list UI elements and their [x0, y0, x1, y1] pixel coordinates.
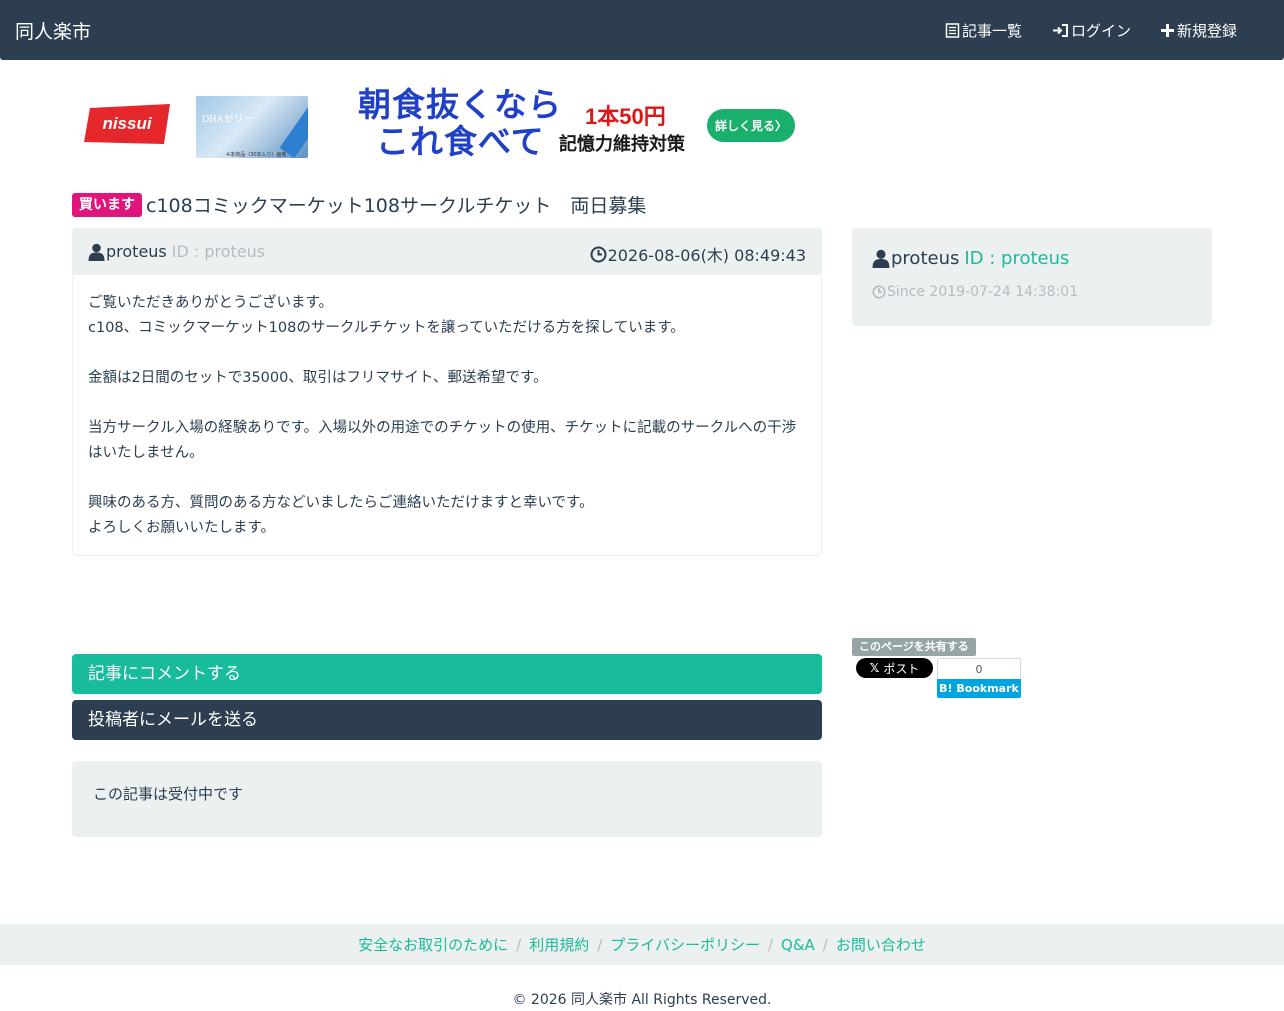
footer-separator: /: [597, 935, 603, 954]
ad-price: 1本50円: [585, 104, 666, 129]
brand-link[interactable]: 同人楽市: [15, 17, 91, 44]
footer-separator: /: [516, 935, 522, 954]
body-line: [88, 341, 810, 366]
nav-item-register[interactable]: 新規登録: [1160, 20, 1237, 41]
ad-subtitle: 記憶力維持対策: [559, 134, 685, 155]
footer-separator: /: [767, 935, 774, 954]
profile-name[interactable]: proteus: [891, 248, 959, 269]
footer-links: 安全なお取引のために / 利用規約 / プライバシーポリシー / Q&A / お…: [0, 924, 1284, 965]
nav-item-label: 新規登録: [1177, 22, 1238, 40]
post-panel: proteus ID : proteus 2026-08-06(木) 08:49…: [72, 228, 822, 556]
body-line: [88, 466, 810, 491]
copyright: © 2026 同人楽市 All Rights Reserved.: [512, 992, 772, 1008]
body-line: c108、コミックマーケット108のサークルチケットを譲っていただける方を探して…: [88, 320, 685, 336]
footer-separator: /: [822, 935, 828, 954]
status-badge: 買います: [72, 192, 142, 217]
x-logo-icon: 𝕏: [869, 661, 880, 675]
ad-cta-button[interactable]: 詳しく見る〉: [707, 109, 795, 142]
post-timestamp: 2026-08-06(木) 08:49:43: [590, 242, 806, 266]
navbar: 同人楽市 記事一覧 ログイン 新規登録: [0, 0, 1284, 60]
post-title-row: 買います c108コミックマーケット108サークルチケット 両日募集: [72, 191, 646, 218]
footer-link-safety[interactable]: 安全なお取引のために: [358, 934, 508, 955]
nissui-logo: nissui: [82, 102, 172, 146]
nav-item-article-list[interactable]: 記事一覧: [945, 20, 1022, 41]
posted-at: 2026-08-06(木) 08:49:43: [607, 246, 806, 265]
nav-item-label: 記事一覧: [962, 22, 1023, 40]
post-panel-header: proteus ID : proteus 2026-08-06(木) 08:49…: [73, 229, 821, 275]
author-id: ID : proteus: [171, 242, 266, 261]
nav-item-label: ログイン: [1071, 22, 1132, 40]
plus-icon: [1161, 24, 1174, 37]
login-icon: [1053, 24, 1068, 37]
hatena-bookmark-button[interactable]: 0 B! Bookmark: [937, 658, 1021, 698]
footer-link-contact[interactable]: お問い合わせ: [836, 934, 926, 955]
hatena-button[interactable]: B! Bookmark: [937, 679, 1021, 698]
product-image: DHAゼリー ※本商品（30本入り）画像: [196, 96, 308, 158]
post-body: ご覧いただきありがとうございます。 c108、コミックマーケット108のサークル…: [88, 291, 810, 541]
body-line: よろしくお願いいたします。: [88, 520, 276, 536]
footer-link-terms[interactable]: 利用規約: [529, 934, 589, 955]
comment-button[interactable]: 記事にコメントする: [72, 654, 822, 694]
list-icon: [945, 23, 960, 38]
author-name[interactable]: proteus: [106, 242, 167, 261]
body-line: 興味のある方、質問のある方などいましたらご連絡いただけますと幸いです。: [88, 495, 594, 511]
profile-name-row: proteus ID : proteus: [872, 248, 1069, 269]
since-text: Since 2019-07-24 14:38:01: [887, 284, 1079, 300]
body-line: 金額は2日間のセットで35000、取引はフリマサイト、郵送希望です。: [88, 370, 548, 386]
body-line: 当方サークル入場の経験ありです。入場以外の用途でのチケットの使用、チケットに記載…: [88, 420, 797, 461]
nav-item-login[interactable]: ログイン: [1052, 20, 1131, 41]
body-line: ご覧いただきありがとうございます。: [88, 295, 334, 311]
author-profile-card: proteus ID : proteus Since 2019-07-24 14…: [852, 228, 1212, 326]
x-post-button[interactable]: 𝕏 ポスト: [856, 658, 933, 678]
user-icon: [872, 249, 890, 268]
mail-author-button[interactable]: 投稿者にメールを送る: [72, 700, 822, 740]
page-title: c108コミックマーケット108サークルチケット 両日募集: [146, 195, 647, 217]
footer-link-qa[interactable]: Q&A: [781, 936, 815, 954]
profile-id[interactable]: ID : proteus: [964, 248, 1069, 269]
post-author: proteus ID : proteus: [88, 242, 265, 261]
profile-since: Since 2019-07-24 14:38:01: [872, 284, 1078, 300]
share-label: このページを共有する: [852, 638, 976, 656]
hatena-label: Bookmark: [956, 682, 1019, 695]
body-line: [88, 391, 810, 416]
clock-icon: [872, 285, 886, 299]
x-post-label: ポスト: [883, 661, 920, 676]
footer-link-privacy[interactable]: プライバシーポリシー: [610, 934, 760, 955]
hatena-b-icon: B!: [939, 682, 953, 695]
clock-icon: [590, 246, 607, 262]
ad-banner[interactable]: nissui DHAゼリー ※本商品（30本入り）画像 朝食抜くなら これ食べて…: [78, 86, 800, 166]
hatena-count: 0: [937, 658, 1021, 680]
status-well: この記事は受付中です: [72, 761, 822, 837]
status-text: この記事は受付中です: [93, 785, 244, 803]
ad-headline: 朝食抜くなら これ食べて: [358, 85, 562, 161]
user-icon: [88, 243, 105, 261]
